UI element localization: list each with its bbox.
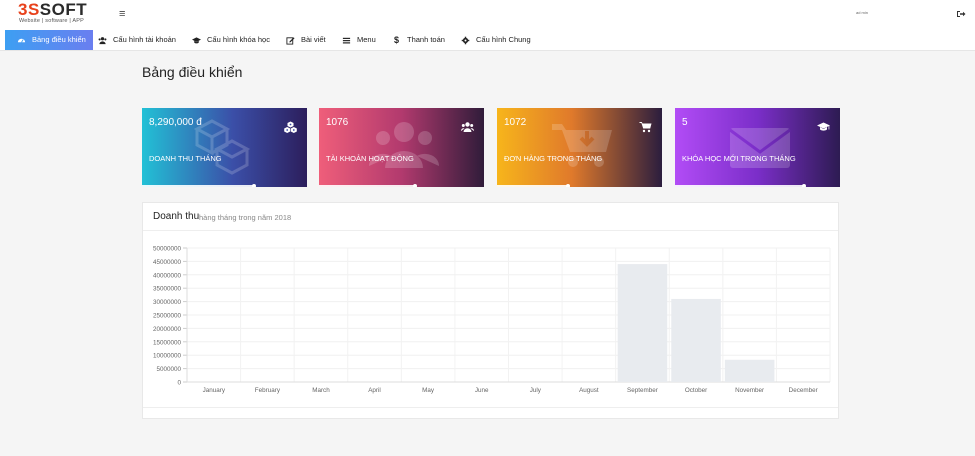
nav-item-label: Cấu hình Chung <box>476 35 531 44</box>
graduation-cap-icon <box>192 36 201 43</box>
x-tick-label: January <box>203 387 226 394</box>
cubes-bg-icon <box>193 119 251 175</box>
card-progress-knob <box>412 184 417 187</box>
top-header: 3SSOFT Website | software | APP ≡ ad min <box>0 0 975 30</box>
nav-item-dashboard[interactable]: Bảng điều khiển <box>5 30 93 50</box>
x-tick-label: March <box>312 387 330 394</box>
nav-item-course-config[interactable]: Cấu hình khóa học <box>192 30 270 50</box>
logo[interactable]: 3SSOFT Website | software | APP <box>18 0 98 25</box>
x-tick-label: May <box>422 387 435 394</box>
y-tick-label: 45000000 <box>153 259 182 266</box>
card-value: 1076 <box>326 117 349 128</box>
card-progress-bar <box>675 185 804 187</box>
revenue-title: Doanh thu <box>153 211 200 222</box>
x-tick-label: June <box>475 387 489 394</box>
y-tick-label: 15000000 <box>153 339 182 346</box>
revenue-panel-header: Doanh thu hàng tháng trong năm 2018 <box>143 203 838 231</box>
card-label: DOANH THU THÁNG <box>149 154 222 163</box>
nav-item-label: Cấu hình khóa học <box>207 35 270 44</box>
y-tick-label: 30000000 <box>153 299 182 306</box>
nav-item-general-config[interactable]: Cấu hình Chung <box>461 30 531 50</box>
y-tick-label: 35000000 <box>153 286 182 293</box>
card-progress-knob <box>565 184 570 187</box>
card-label: KHÓA HỌC MỚI TRONG THÁNG <box>682 154 796 163</box>
x-tick-label: February <box>255 387 281 394</box>
main-nav: Bảng điều khiển Cấu hình tài khoản Cấu h… <box>0 30 975 51</box>
nav-item-label: Bảng điều khiển <box>32 35 86 44</box>
cart-icon <box>639 122 652 133</box>
nav-item-label: Menu <box>357 35 376 44</box>
card-progress-bar <box>497 185 568 187</box>
gear-icon <box>461 36 470 44</box>
card-progress-bar <box>319 185 415 187</box>
menu-toggle-icon[interactable]: ≡ <box>119 8 125 20</box>
graduation-cap-icon <box>817 122 830 131</box>
card-label: ĐƠN HÀNG TRONG THÁNG <box>504 154 603 163</box>
card-progress-knob <box>252 184 257 187</box>
cart-bg-icon <box>552 124 612 167</box>
bar <box>671 298 721 382</box>
card-progress-bar <box>142 185 255 187</box>
card-value: 1072 <box>504 117 527 128</box>
revenue-panel-footer <box>143 407 838 408</box>
dollar-icon: $ <box>393 34 399 45</box>
nav-item-account-config[interactable]: Cấu hình tài khoản <box>98 30 176 50</box>
y-tick-label: 50000000 <box>153 246 182 253</box>
edit-icon <box>286 36 295 45</box>
list-icon <box>342 37 351 43</box>
nav-item-menu[interactable]: Menu <box>342 30 376 50</box>
user-name[interactable]: ad min <box>856 10 868 15</box>
y-tick-label: 25000000 <box>153 313 182 320</box>
y-tick-label: 40000000 <box>153 272 182 279</box>
stat-card-revenue[interactable]: 8,290,000 đ DOANH THU THÁNG <box>142 108 307 187</box>
page-title: Bảng điều khiển <box>142 64 243 80</box>
x-tick-label: October <box>685 387 707 394</box>
x-tick-label: August <box>579 387 599 394</box>
stat-card-active-accounts[interactable]: 1076 TÀI KHOẢN HOẠT ĐỘNG <box>319 108 484 187</box>
logout-icon[interactable] <box>956 9 966 19</box>
y-tick-label: 10000000 <box>153 353 182 360</box>
users-bg-icon <box>369 122 439 168</box>
dashboard-icon <box>17 38 26 43</box>
logo-tagline: Website | software | APP <box>19 18 85 24</box>
x-tick-label: April <box>368 387 381 394</box>
bar <box>617 264 668 382</box>
nav-item-posts[interactable]: Bài viết <box>286 30 326 50</box>
card-label: TÀI KHOẢN HOẠT ĐỘNG <box>326 154 414 163</box>
users-icon <box>98 36 107 44</box>
revenue-bar-chart: 0 5000000 10000000 15000000 20000000 25000000… <box>153 246 831 394</box>
stat-card-orders[interactable]: 1072 ĐƠN HÀNG TRONG THÁNG <box>497 108 662 187</box>
card-value: 8,290,000 đ <box>149 117 202 128</box>
card-value: 5 <box>682 117 688 128</box>
envelope-bg-icon <box>729 128 791 168</box>
y-tick-label: 20000000 <box>153 326 182 333</box>
nav-item-payment[interactable]: $ Thanh toán <box>392 30 445 50</box>
stat-card-new-courses[interactable]: 5 KHÓA HỌC MỚI TRONG THÁNG <box>675 108 840 187</box>
nav-item-label: Cấu hình tài khoản <box>113 35 176 44</box>
cubes-icon <box>284 121 297 133</box>
x-tick-label: July <box>530 387 542 394</box>
x-tick-label: November <box>735 387 764 394</box>
card-progress-knob <box>801 184 806 187</box>
x-tick-label: September <box>627 387 658 394</box>
users-icon <box>461 122 474 132</box>
y-tick-label: 5000000 <box>156 366 181 373</box>
revenue-subtitle: hàng tháng trong năm 2018 <box>199 213 292 222</box>
nav-item-label: Bài viết <box>301 35 326 44</box>
nav-item-label: Thanh toán <box>407 35 445 44</box>
logo-brand: 3SSOFT <box>18 0 88 19</box>
bar <box>724 359 775 382</box>
y-tick-label: 0 <box>177 380 181 387</box>
revenue-panel: Doanh thu hàng tháng trong năm 2018 0 500… <box>142 202 839 419</box>
x-tick-label: December <box>789 387 818 394</box>
